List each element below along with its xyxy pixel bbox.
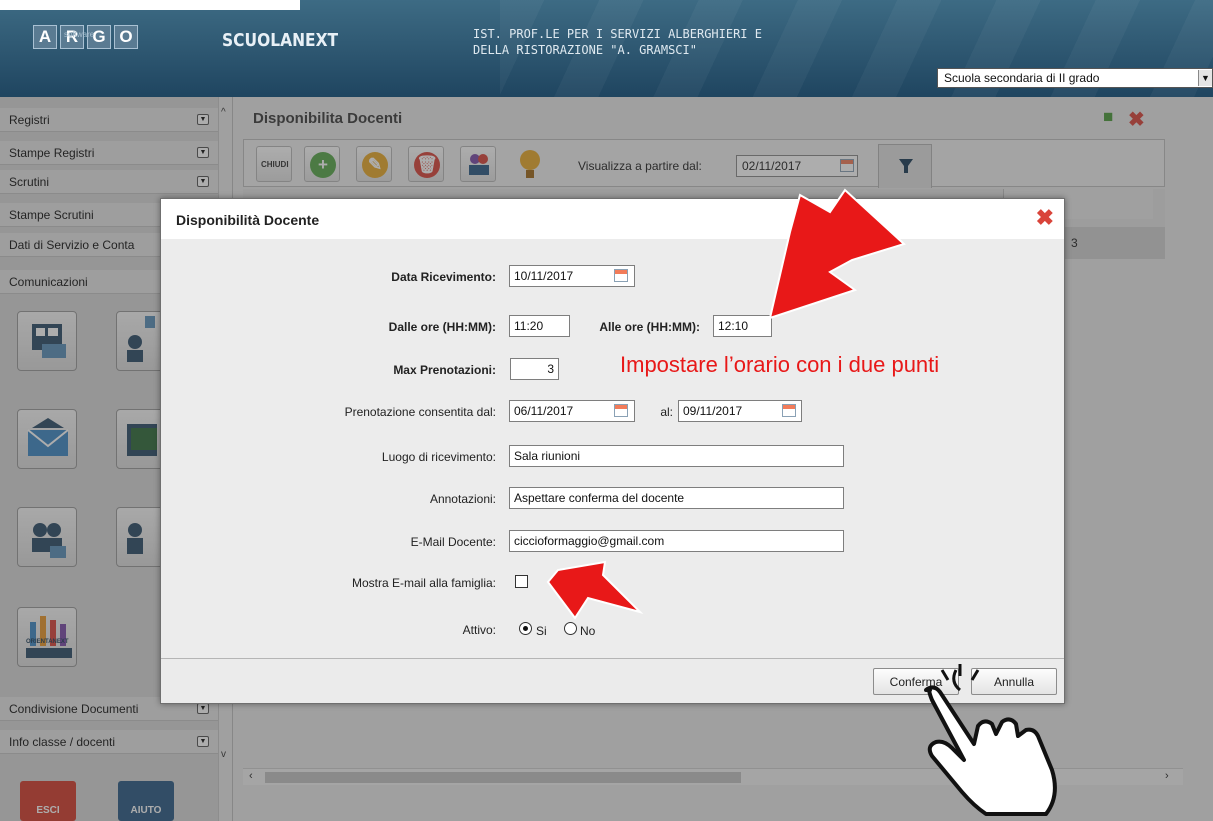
hand-pointer-icon <box>924 664 1057 816</box>
annotation-layer <box>546 188 1057 816</box>
arrow-icon <box>546 560 644 620</box>
arrow-icon <box>768 188 906 320</box>
